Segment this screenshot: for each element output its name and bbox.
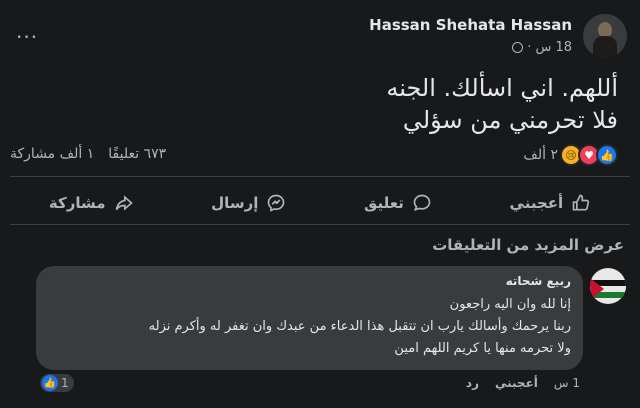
post-text: أللهم. اني اسألك. الجنه فلا تحرمني من سؤ…: [58, 72, 618, 136]
thumbs-up-icon: [572, 194, 590, 211]
comment-time[interactable]: 1 س: [554, 376, 580, 390]
divider: [10, 224, 630, 225]
like-button[interactable]: أعجبني: [510, 193, 592, 213]
comment-icon: [413, 194, 431, 211]
comment-meta: 1 س أعجبني رد: [466, 376, 580, 390]
reactions-count: ٢ ألف: [523, 147, 558, 163]
comment-button[interactable]: تعليق: [364, 193, 432, 213]
comment-reaction-count: 1: [61, 376, 69, 390]
author-name[interactable]: Hassan Shehata Hassan: [369, 16, 572, 34]
more-options-button[interactable]: ...: [16, 21, 38, 41]
comment-text-line: إنا لله وان اليه راجعون: [449, 297, 571, 312]
comment-text-line: ربنا يرحمك وأسالك يارب ان تتقبل هذا الدع…: [148, 319, 571, 334]
post-text-line: فلا تحرمني من سؤلي: [402, 106, 618, 134]
avatar-body: [593, 36, 617, 58]
commenter-avatar[interactable]: [590, 268, 626, 304]
view-more-comments-link[interactable]: عرض المزيد من التعليقات: [432, 236, 624, 254]
comment-label: تعليق: [364, 194, 404, 212]
send-label: إرسال: [211, 194, 259, 212]
comment-like-button[interactable]: أعجبني: [495, 376, 538, 390]
divider: [10, 176, 630, 177]
comment-text-line: ولا تحرمه منها يا كريم اللهم امين: [394, 341, 571, 356]
flag-triangle: [590, 278, 604, 300]
send-button[interactable]: إرسال: [211, 193, 286, 213]
reactions-summary[interactable]: 😢 ♥ 👍 ٢ ألف: [523, 144, 618, 166]
commenter-name[interactable]: ربيع شحاته: [48, 274, 571, 288]
share-button[interactable]: مشاركة: [49, 193, 134, 213]
post-text-line: أللهم. اني اسألك. الجنه: [386, 74, 618, 102]
comment-bubble: ربيع شحاته إنا لله وان اليه راجعون ربنا …: [36, 266, 583, 370]
share-label: مشاركة: [48, 194, 106, 212]
like-icon: 👍: [596, 144, 618, 166]
comments-count[interactable]: ٦٧٣ تعليقًا: [108, 146, 166, 162]
comment-reactions[interactable]: 👍 1: [40, 374, 74, 392]
post-meta: 18 س ·: [512, 40, 572, 55]
action-bar: أعجبني تعليق إرسال مشاركة: [10, 186, 630, 220]
author-avatar[interactable]: [583, 14, 627, 58]
like-icon: 👍: [42, 375, 58, 391]
globe-icon: [512, 42, 524, 53]
like-label: أعجبني: [509, 194, 564, 212]
post-time[interactable]: 18 س: [535, 40, 572, 55]
comment-reply-button[interactable]: رد: [466, 376, 479, 390]
post-counts: ٦٧٣ تعليقًا ١ ألف مشاركة: [10, 146, 166, 162]
messenger-icon: [268, 194, 285, 212]
share-icon: [115, 195, 133, 211]
shares-count[interactable]: ١ ألف مشاركة: [10, 146, 94, 162]
reaction-icons: 😢 ♥ 👍: [560, 144, 618, 166]
